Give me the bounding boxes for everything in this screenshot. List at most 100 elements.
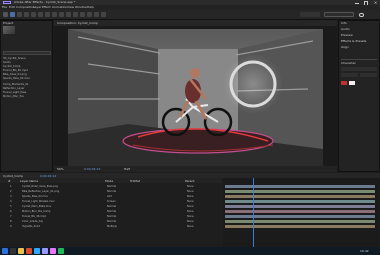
layer-duration-bar[interactable] bbox=[225, 205, 375, 208]
pan-behind-tool-icon[interactable] bbox=[45, 12, 50, 17]
layer-duration-bar[interactable] bbox=[225, 215, 375, 218]
layer-row[interactable]: 8 Color_Grade_Adj Normal None bbox=[2, 220, 222, 224]
project-search-field[interactable] bbox=[3, 51, 51, 55]
stroke-color-swatch[interactable] bbox=[349, 81, 355, 85]
layer-mode[interactable]: Normal bbox=[107, 215, 116, 219]
layer-duration-bar[interactable] bbox=[225, 195, 375, 198]
camera-tool-icon[interactable] bbox=[38, 12, 43, 17]
layer-row[interactable]: 9 Vignette_Solid Multiply None bbox=[2, 225, 222, 229]
layer-name[interactable]: Color_Grade_Adj bbox=[22, 220, 43, 224]
layer-parent[interactable]: None bbox=[187, 205, 194, 209]
layer-name[interactable]: Tunnel_BG_4K.mp4 bbox=[22, 215, 46, 219]
layer-row[interactable]: 2 Bike_Reflection_Layer_01.png Normal No… bbox=[2, 190, 222, 194]
layer-name[interactable]: Sparks_Pass_02.mov bbox=[22, 195, 48, 199]
workspace-selector[interactable] bbox=[300, 12, 320, 17]
layer-name[interactable]: Motion_Blur_Pre_Comp bbox=[22, 210, 51, 214]
home-icon[interactable] bbox=[3, 12, 8, 17]
layer-mode[interactable]: Screen bbox=[107, 200, 116, 204]
tab-audio[interactable]: Audio bbox=[341, 27, 350, 31]
hand-tool-icon[interactable] bbox=[17, 12, 22, 17]
layer-duration-bar[interactable] bbox=[225, 190, 375, 193]
layer-duration-bar[interactable] bbox=[225, 185, 375, 188]
layer-parent[interactable]: None bbox=[187, 210, 194, 214]
project-tab[interactable]: Project bbox=[3, 21, 13, 25]
layer-mode[interactable]: Multiply bbox=[107, 225, 117, 229]
file-explorer-icon[interactable] bbox=[18, 248, 24, 254]
layer-parent[interactable]: None bbox=[187, 225, 194, 229]
divider bbox=[341, 59, 377, 60]
layer-name[interactable]: Vignette_Solid bbox=[22, 225, 40, 229]
start-icon[interactable] bbox=[2, 248, 8, 254]
layer-row[interactable]: 3 Sparks_Pass_02.mov Add None bbox=[2, 195, 222, 199]
browser-icon[interactable] bbox=[26, 248, 32, 254]
layer-row[interactable]: 4 Tunnel_Light_Streaks.mov Screen None bbox=[2, 200, 222, 204]
layer-duration-bar[interactable] bbox=[225, 210, 375, 213]
layer-duration-bar[interactable] bbox=[225, 225, 375, 228]
layer-parent[interactable]: None bbox=[187, 200, 194, 204]
composition-canvas[interactable] bbox=[68, 29, 323, 171]
zoom-tool-icon[interactable] bbox=[24, 12, 29, 17]
zoom-level[interactable]: 50% bbox=[57, 167, 64, 171]
after-effects-icon[interactable] bbox=[42, 248, 48, 254]
layer-duration-bar[interactable] bbox=[225, 220, 375, 223]
composition-tab[interactable]: Composition: Cyclist_Comp bbox=[57, 21, 98, 25]
search-icon[interactable] bbox=[358, 12, 364, 17]
search-help-field[interactable] bbox=[324, 12, 354, 17]
font-size-field[interactable] bbox=[341, 73, 358, 77]
rotate-tool-icon[interactable] bbox=[31, 12, 36, 17]
column-mode: Mode bbox=[105, 178, 114, 183]
resolution-select[interactable]: Half bbox=[124, 167, 130, 171]
project-item[interactable]: Motion_Blur_Pre bbox=[3, 95, 53, 99]
maximize-button[interactable] bbox=[362, 1, 368, 6]
tab-preview[interactable]: Preview bbox=[341, 33, 353, 37]
layer-parent[interactable]: None bbox=[187, 185, 194, 189]
search-taskbar-icon[interactable] bbox=[10, 248, 16, 254]
layer-row[interactable]: 7 Tunnel_BG_4K.mp4 Normal None bbox=[2, 215, 222, 219]
layer-mode[interactable]: Normal bbox=[107, 190, 116, 194]
leading-field[interactable] bbox=[360, 73, 377, 77]
eraser-tool-icon[interactable] bbox=[87, 12, 92, 17]
layer-row[interactable]: 1 Cyclist_Rider_Glow_Pass.png Normal Non… bbox=[2, 185, 222, 189]
layer-mode[interactable]: Normal bbox=[107, 205, 116, 209]
shape-tool-icon[interactable] bbox=[52, 12, 57, 17]
layer-duration-bar[interactable] bbox=[225, 200, 375, 203]
selection-tool-icon[interactable] bbox=[10, 12, 15, 17]
pen-tool-icon[interactable] bbox=[59, 12, 64, 17]
layer-name[interactable]: Tunnel_Light_Streaks.mov bbox=[22, 200, 54, 204]
layer-row[interactable]: 6 Motion_Blur_Pre_Comp Normal None bbox=[2, 210, 222, 214]
timeline-current-time[interactable]: 0:00:04:12 bbox=[40, 174, 56, 178]
minimize-button[interactable] bbox=[354, 1, 360, 4]
layer-mode[interactable]: Normal bbox=[107, 220, 116, 224]
puppet-tool-icon[interactable] bbox=[101, 12, 106, 17]
layer-name[interactable]: Cyclist_Rider_Glow_Pass.png bbox=[22, 185, 58, 189]
layer-row[interactable]: 5 Cyclist_Main_Plate.mov Normal None bbox=[2, 205, 222, 209]
tab-align[interactable]: Align bbox=[341, 45, 349, 49]
type-tool-icon[interactable] bbox=[66, 12, 71, 17]
layer-name[interactable]: Cyclist_Main_Plate.mov bbox=[22, 205, 51, 209]
layer-name[interactable]: Bike_Reflection_Layer_01.png bbox=[22, 190, 59, 194]
premiere-icon[interactable] bbox=[50, 248, 56, 254]
playhead[interactable] bbox=[253, 178, 254, 247]
timeline-tab[interactable]: Cyclist_Comp bbox=[3, 174, 23, 178]
clone-stamp-tool-icon[interactable] bbox=[80, 12, 85, 17]
fill-color-swatch[interactable] bbox=[341, 81, 347, 85]
right-panel: Info Audio Preview Effects & Presets Ali… bbox=[338, 20, 380, 172]
layer-mode[interactable]: Normal bbox=[107, 210, 116, 214]
layer-parent[interactable]: None bbox=[187, 215, 194, 219]
tab-info[interactable]: Info bbox=[341, 21, 347, 25]
music-app-icon[interactable] bbox=[58, 248, 64, 254]
project-item[interactable]: Sparks_Pass_02.mov bbox=[3, 77, 53, 81]
layer-parent[interactable]: None bbox=[187, 195, 194, 199]
timeline-graph[interactable] bbox=[223, 178, 380, 247]
layer-parent[interactable]: None bbox=[187, 220, 194, 224]
font-family-select[interactable] bbox=[341, 67, 377, 71]
viewer-time[interactable]: 0:00:04:12 bbox=[84, 167, 100, 171]
brush-tool-icon[interactable] bbox=[73, 12, 78, 17]
roto-brush-tool-icon[interactable] bbox=[94, 12, 99, 17]
layer-mode[interactable]: Add bbox=[107, 195, 112, 199]
tab-effects-presets[interactable]: Effects & Presets bbox=[341, 39, 366, 43]
layer-parent[interactable]: None bbox=[187, 190, 194, 194]
photoshop-icon[interactable] bbox=[34, 248, 40, 254]
layer-mode[interactable]: Normal bbox=[107, 185, 116, 189]
layer-number: 6 bbox=[10, 210, 12, 213]
